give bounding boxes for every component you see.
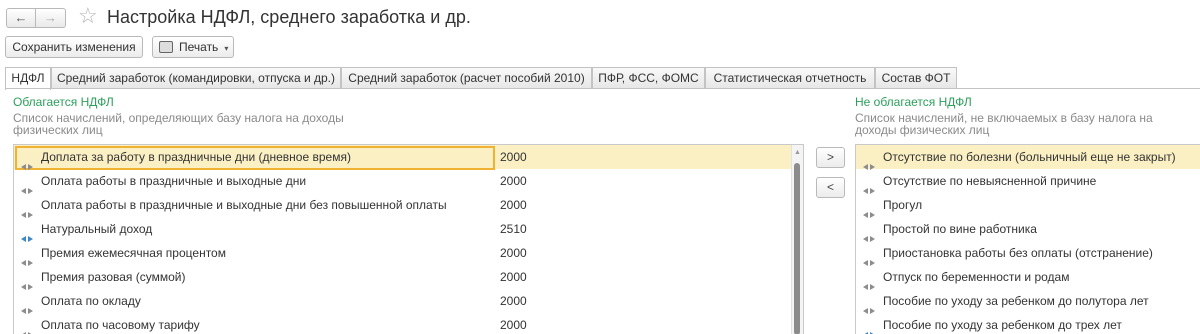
tab-divider [5, 88, 1200, 89]
income-code: 2000 [500, 198, 527, 212]
accrual-name: Отсутствие по невыясненной причине [883, 174, 1097, 188]
print-label: Печать [179, 40, 219, 54]
accrual-name: Оплата по часовому тарифу [41, 318, 200, 332]
list-item[interactable]: Простой по вине работника [856, 217, 1200, 242]
left-list-scrollbar[interactable]: ▲ [791, 145, 803, 334]
toolbar: Сохранить изменения Печать ▾ [0, 36, 1200, 60]
nontaxable-section-description: Список начислений, не включаемых в базу … [855, 111, 1153, 137]
list-item[interactable]: Пособие по уходу за ребенком до трех лет [856, 313, 1200, 334]
blue-arrows-icon [21, 226, 33, 242]
gray-arrows-icon [21, 298, 33, 314]
save-changes-button[interactable]: Сохранить изменения [5, 36, 143, 58]
back-arrow-icon: ← [14, 10, 28, 25]
accrual-name: Приостановка работы без оплаты (отстране… [883, 246, 1153, 260]
income-code: 2000 [500, 318, 527, 332]
accrual-name: Отсутствие по болезни (больничный еще не… [883, 150, 1176, 164]
accrual-name: Премия ежемесячная процентом [41, 246, 226, 260]
dropdown-caret-icon: ▾ [224, 44, 229, 53]
accrual-name: Отпуск по беременности и родам [883, 270, 1070, 284]
printer-icon [159, 40, 173, 53]
tab-avg-salary[interactable]: Средний заработок (командировки, отпуска… [51, 67, 341, 89]
gray-arrows-icon [863, 202, 875, 218]
taxable-section-title: Облагается НДФЛ [13, 95, 114, 109]
forward-arrow-icon: → [44, 10, 57, 25]
back-button[interactable]: ← [6, 8, 36, 28]
income-code: 2000 [500, 294, 527, 308]
gray-arrows-icon [21, 178, 33, 194]
blue-arrows-icon [863, 322, 875, 334]
list-item[interactable]: Премия разовая (суммой) 2000 [14, 265, 792, 290]
list-item[interactable]: Отсутствие по невыясненной причине [856, 169, 1200, 194]
gray-arrows-icon [21, 154, 33, 170]
accrual-name: Пособие по уходу за ребенком до трех лет [883, 318, 1122, 332]
tab-avg-salary-benefits[interactable]: Средний заработок (расчет пособий 2010) [341, 67, 592, 89]
taxable-section-description: Список начислений, определяющих базу нал… [13, 111, 344, 137]
list-item[interactable]: Пособие по уходу за ребенком до полутора… [856, 289, 1200, 314]
income-code: 2000 [500, 246, 527, 260]
page-title: Настройка НДФЛ, среднего заработка и др. [107, 7, 471, 27]
move-to-nontaxable-button[interactable]: > [816, 147, 845, 168]
gray-arrows-icon [863, 298, 875, 314]
list-item[interactable]: Оплата по окладу 2000 [14, 289, 792, 314]
nontaxable-section-title: Не облагается НДФЛ [855, 95, 972, 109]
list-item[interactable]: Приостановка работы без оплаты (отстране… [856, 241, 1200, 266]
print-button[interactable]: Печать ▾ [152, 36, 234, 58]
gray-arrows-icon [863, 250, 875, 266]
gray-arrows-icon [21, 250, 33, 266]
tab-ndfl[interactable]: НДФЛ [5, 67, 51, 90]
accrual-name: Пособие по уходу за ребенком до полутора… [883, 294, 1149, 308]
accrual-name: Доплата за работу в праздничные дни (дне… [41, 150, 351, 164]
accrual-name: Премия разовая (суммой) [41, 270, 186, 284]
income-code: 2000 [500, 150, 527, 164]
title-bar: ← → ☆ Настройка НДФЛ, среднего заработка… [0, 0, 1200, 34]
accrual-name: Простой по вине работника [883, 222, 1037, 236]
gray-arrows-icon [21, 274, 33, 290]
tab-pfr-fss-foms[interactable]: ПФР, ФСС, ФОМС [592, 67, 705, 89]
list-item[interactable]: Прогул [856, 193, 1200, 218]
accrual-name: Прогул [883, 198, 923, 212]
income-code: 2000 [500, 174, 527, 188]
tab-fot[interactable]: Состав ФОТ [875, 67, 957, 89]
nontaxable-accruals-list[interactable]: Пособие по уходу за ребенком до трех лет… [855, 144, 1200, 334]
accrual-name: Оплата по окладу [41, 294, 141, 308]
list-item[interactable]: Оплата работы в праздничные и выходные д… [14, 193, 792, 218]
tab-statistics[interactable]: Статистическая отчетность [705, 67, 875, 89]
list-item[interactable]: Отсутствие по болезни (больничный еще не… [856, 145, 1200, 170]
gray-arrows-icon [21, 322, 33, 334]
scroll-up-icon[interactable]: ▲ [794, 149, 801, 157]
list-item[interactable]: Премия ежемесячная процентом 2000 [14, 241, 792, 266]
forward-button[interactable]: → [36, 8, 66, 28]
accrual-name: Оплата работы в праздничные и выходные д… [41, 174, 307, 188]
list-item[interactable]: Оплата по часовому тарифу 2000 [14, 313, 792, 334]
income-code: 2510 [500, 222, 527, 236]
scroll-thumb[interactable] [794, 163, 800, 334]
gray-arrows-icon [21, 202, 33, 218]
gray-arrows-icon [863, 178, 875, 194]
income-code: 2000 [500, 270, 527, 284]
list-item[interactable]: Доплата за работу в праздничные дни (дне… [14, 145, 792, 170]
favorite-star-icon[interactable]: ☆ [78, 4, 98, 28]
accrual-name: Оплата работы в праздничные и выходные д… [41, 198, 447, 212]
list-item[interactable]: Натуральный доход 2510 [14, 217, 792, 242]
taxable-accruals-list[interactable]: Оплата по часовому тарифу 2000 Оплата по о… [13, 144, 804, 334]
gray-arrows-icon [863, 226, 875, 242]
move-to-taxable-button[interactable]: < [816, 177, 845, 198]
gray-arrows-icon [863, 274, 875, 290]
accrual-name: Натуральный доход [41, 222, 153, 236]
list-item[interactable]: Отпуск по беременности и родам [856, 265, 1200, 290]
list-item[interactable]: Оплата работы в праздничные и выходные д… [14, 169, 792, 194]
gray-arrows-icon [863, 154, 875, 170]
